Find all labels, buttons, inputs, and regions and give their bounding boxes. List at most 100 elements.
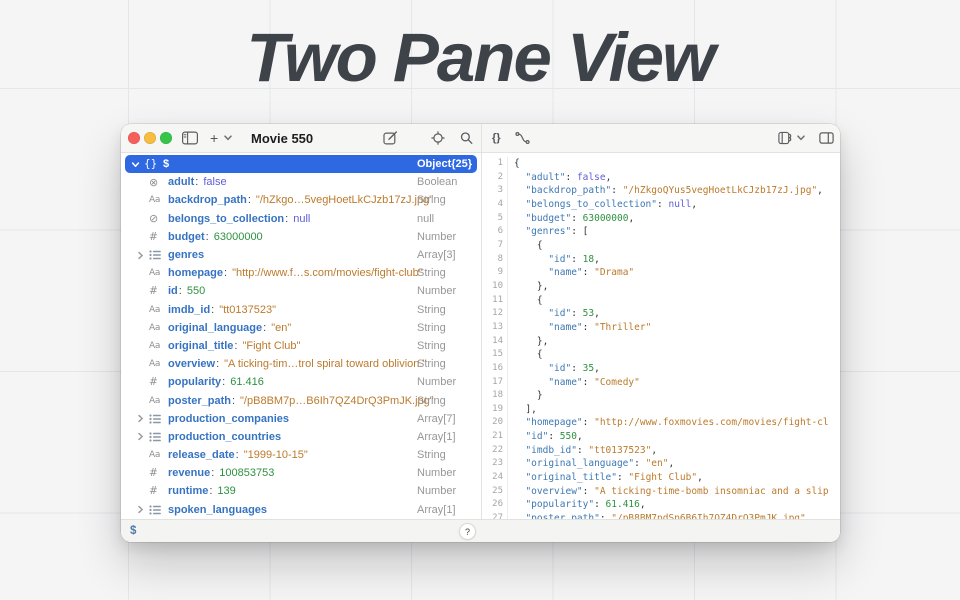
key-label: release_date: [168, 449, 235, 461]
tab-chevron-down-icon[interactable]: [224, 135, 232, 141]
editor-line: "id": 550,: [514, 430, 840, 444]
type-badge: Array[7]: [417, 413, 456, 425]
new-tab-button[interactable]: +: [210, 130, 218, 146]
editor-line: "original_language": "en",: [514, 457, 840, 471]
tree-row-spoken_languages[interactable]: spoken_languages Array[1]: [121, 501, 481, 519]
key-label: $: [163, 158, 169, 170]
line-number: 1: [482, 157, 507, 171]
sidebar-toggle-icon[interactable]: [182, 132, 198, 145]
editor-line: {: [514, 239, 840, 253]
minimize-button[interactable]: [144, 132, 156, 144]
key-label: imdb_id: [168, 304, 210, 316]
key-label: production_countries: [168, 431, 281, 443]
tree-row-$[interactable]: {}$ Object{25}: [125, 155, 477, 173]
type-badge: Number: [417, 467, 456, 479]
key-colon: :: [224, 267, 227, 279]
path-icon[interactable]: [515, 132, 530, 144]
tree-row-original_language[interactable]: Aaoriginal_language:"en"String: [121, 319, 481, 337]
editor-line: "belongs_to_collection": null,: [514, 198, 840, 212]
raw-json-braces-icon[interactable]: {}: [492, 132, 501, 144]
chevron-down-icon[interactable]: [131, 160, 144, 169]
line-number: 18: [482, 389, 507, 403]
value-label: "Fight Club": [242, 340, 300, 352]
line-number: 9: [482, 266, 507, 280]
key-label: revenue: [168, 467, 210, 479]
line-number: 20: [482, 416, 507, 430]
tree-row-backdrop_path[interactable]: Aabackdrop_path:"/hZkgo…5vegHoetLkCJzb17…: [121, 191, 481, 209]
editor-line: "backdrop_path": "/hZkgoQYus5vegHoetLkCJ…: [514, 184, 840, 198]
editor-line: "original_title": "Fight Club",: [514, 471, 840, 485]
tree-row-production_companies[interactable]: production_companiesArray[7]: [121, 410, 481, 428]
line-number: 21: [482, 430, 507, 444]
key-colon: :: [263, 322, 266, 334]
string-type-icon: Aa: [149, 341, 168, 351]
line-number: 6: [482, 225, 507, 239]
editor-line: },: [514, 280, 840, 294]
type-badge: null: [417, 213, 434, 225]
chevron-right-icon[interactable]: [136, 251, 149, 260]
tree-row-id[interactable]: #id:550Number: [121, 282, 481, 300]
array-type-icon: [149, 505, 168, 515]
type-badge: Object{25}: [417, 158, 472, 170]
tree: {}$ Object{25} ⊗adult:falseBooleanAabackdr…: [121, 153, 482, 519]
array-type-icon: [149, 250, 168, 260]
compose-icon[interactable]: [383, 131, 398, 146]
theme-icon[interactable]: [778, 132, 793, 145]
key-colon: :: [211, 467, 214, 479]
value-label: "1999-10-15": [244, 449, 308, 461]
chevron-right-icon[interactable]: [136, 505, 149, 514]
tree-row-original_title[interactable]: Aaoriginal_title:"Fight Club"String: [121, 337, 481, 355]
chevron-right-icon[interactable]: [136, 414, 149, 423]
tree-row-adult[interactable]: ⊗adult:falseBoolean: [121, 173, 481, 191]
tree-row-popularity[interactable]: #popularity:61.416Number: [121, 373, 481, 391]
type-badge: String: [417, 340, 446, 352]
page-title: Two Pane View: [0, 18, 960, 97]
type-badge: Number: [417, 231, 456, 243]
zoom-button[interactable]: [160, 132, 172, 144]
theme-chevron-down-icon[interactable]: [797, 135, 805, 141]
line-number: 10: [482, 280, 507, 294]
tree-row-genres[interactable]: genresArray[3]: [121, 246, 481, 264]
type-badge: Number: [417, 485, 456, 497]
number-type-icon: #: [149, 485, 168, 497]
string-type-icon: Aa: [149, 396, 168, 406]
editor-pane[interactable]: 1234567891011121314151617181920212223242…: [482, 153, 840, 519]
tree-row-overview[interactable]: Aaoverview:"A ticking-tim…trol spiral to…: [121, 355, 481, 373]
type-badge: Boolean: [417, 176, 457, 188]
tree-row-revenue[interactable]: #revenue:100853753Number: [121, 464, 481, 482]
object-type-icon: {}: [144, 158, 163, 170]
jump-to-target-icon[interactable]: [431, 131, 445, 145]
type-badge: String: [417, 194, 446, 206]
value-label: 61.416: [230, 376, 264, 388]
search-icon[interactable]: [460, 132, 473, 145]
key-label: spoken_languages: [168, 504, 267, 516]
tree-row-release_date[interactable]: Aarelease_date:"1999-10-15"String: [121, 446, 481, 464]
tree-row-production_countries[interactable]: production_countriesArray[1]: [121, 428, 481, 446]
split-view-icon[interactable]: [819, 132, 834, 144]
toolbar-left: + Movie 550: [121, 124, 482, 152]
path-query-field[interactable]: $: [130, 525, 136, 537]
tree-row-homepage[interactable]: Aahomepage:"http://www.f…s.com/movies/fi…: [121, 264, 481, 282]
tree-row-imdb_id[interactable]: Aaimdb_id:"tt0137523"String: [121, 301, 481, 319]
app-window: + Movie 550: [121, 124, 840, 542]
chevron-right-icon[interactable]: [136, 432, 149, 441]
array-type-icon: [149, 414, 168, 424]
line-number: 13: [482, 321, 507, 335]
type-badge: String: [417, 267, 446, 279]
key-label: belongs_to_collection: [168, 213, 284, 225]
type-badge: Array[1]: [417, 504, 456, 516]
value-label: "en": [271, 322, 291, 334]
line-number: 23: [482, 457, 507, 471]
tree-row-budget[interactable]: #budget:63000000Number: [121, 228, 481, 246]
gutter: 1234567891011121314151617181920212223242…: [482, 157, 508, 519]
help-button[interactable]: ?: [459, 523, 476, 540]
close-button[interactable]: [128, 132, 140, 144]
editor-line: "name": "Thriller": [514, 321, 840, 335]
boolean-type-icon: ⊗: [149, 176, 168, 189]
window-content: {}$ Object{25} ⊗adult:falseBooleanAabackdr…: [121, 153, 840, 519]
tree-row-belongs_to_collection[interactable]: ⊘belongs_to_collection:nullnull: [121, 210, 481, 228]
line-number: 22: [482, 444, 507, 458]
tree-row-runtime[interactable]: #runtime:139Number: [121, 482, 481, 500]
key-colon: :: [236, 449, 239, 461]
tree-row-poster_path[interactable]: Aaposter_path:"/pB8BM7p…B6Ih7QZ4DrQ3PmJK…: [121, 391, 481, 409]
